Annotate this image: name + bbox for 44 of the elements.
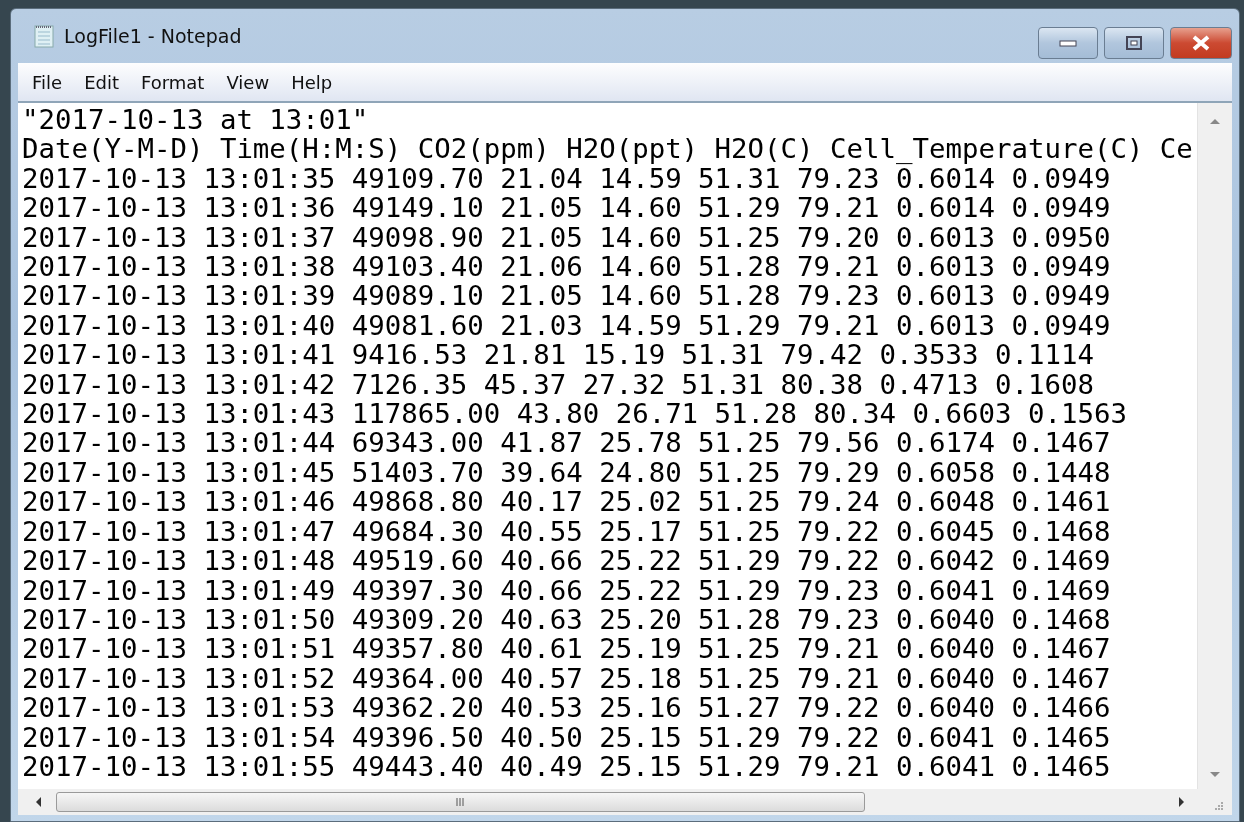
text-line: "2017-10-13 at 13:01" xyxy=(22,105,369,135)
text-line: 2017-10-13 13:01:36 49149.10 21.05 14.60 51.29 79.21 0.6014 0.0949 xyxy=(22,193,1111,223)
close-icon xyxy=(1191,35,1211,51)
text-line: 2017-10-13 13:01:55 49443.40 40.49 25.15 51.29 79.21 0.6041 0.1465 xyxy=(22,751,1111,782)
menu-item[interactable]: Format xyxy=(133,71,213,93)
text-line: 2017-10-13 13:01:37 49098.90 21.05 14.60 51.25 79.20 0.6013 0.0950 xyxy=(22,222,1111,253)
maximize-button[interactable] xyxy=(1104,27,1164,59)
text-line: 2017-10-13 13:01:50 49309.20 40.63 25.20 51.28 79.23 0.6040 0.1468 xyxy=(22,604,1111,635)
notepad-icon xyxy=(34,24,54,48)
text-line: 2017-10-13 13:01:49 49397.30 40.66 25.22 51.29 79.23 0.6041 0.1469 xyxy=(22,575,1111,605)
text-line: 2017-10-13 13:01:51 49357.80 40.61 25.19 51.25 79.21 0.6040 0.1467 xyxy=(22,634,1111,664)
text-line: 2017-10-13 13:01:43 117865.00 43.80 26.71 51.28 80.34 0.6603 0.1563 xyxy=(22,399,1127,429)
text-line: 2017-10-13 13:01:38 49103.40 21.06 14.60 51.28 79.21 0.6013 0.0949 xyxy=(22,252,1111,282)
text-line: 2017-10-13 13:01:52 49364.00 40.57 25.18 51.25 79.21 0.6040 0.1467 xyxy=(22,663,1111,694)
text-line: Date(Y-M-D) Time(H:M:S) CO2(ppm) H2O(ppt) H2O(C) Cell_Temperature(C) Ce xyxy=(22,134,1193,164)
text-line: 2017-10-13 13:01:46 49868.80 40.17 25.02 51.25 79.24 0.6048 0.1461 xyxy=(22,487,1111,517)
grip-icon xyxy=(455,797,466,807)
text-line: 2017-10-13 13:01:54 49396.50 40.50 25.15 51.29 79.22 0.6041 0.1465 xyxy=(22,722,1111,752)
menu-item[interactable]: View xyxy=(218,71,278,93)
text-line: 2017-10-13 13:01:48 49519.60 40.66 25.22 51.29 79.22 0.6042 0.1469 xyxy=(22,546,1111,576)
text-line: 2017-10-13 13:01:40 49081.60 21.03 14.59 51.29 79.21 0.6013 0.0949 xyxy=(22,310,1111,341)
text-line: 2017-10-13 13:01:45 51403.70 39.64 24.80 51.25 79.29 0.6058 0.1448 xyxy=(22,457,1111,488)
text-line: 2017-10-13 13:01:42 7126.35 45.37 27.32 51.31 80.38 0.4713 0.1608 xyxy=(22,369,1094,400)
text-line: 2017-10-13 13:01:39 49089.10 21.05 14.60 51.28 79.23 0.6013 0.0949 xyxy=(22,281,1111,311)
left-arrow-icon xyxy=(34,796,42,808)
close-button[interactable] xyxy=(1170,27,1232,59)
window-title: LogFile1 - Notepad xyxy=(64,25,242,47)
minimize-icon xyxy=(1059,39,1077,47)
down-arrow-icon xyxy=(1209,771,1221,779)
right-arrow-icon xyxy=(1178,796,1186,808)
text-line: 2017-10-13 13:01:44 69343.00 41.87 25.78 51.25 79.56 0.6174 0.1467 xyxy=(22,428,1111,458)
resize-grip-icon xyxy=(1212,799,1224,811)
menu-item[interactable]: Edit xyxy=(76,71,127,93)
text-line: 2017-10-13 13:01:41 9416.53 21.81 15.19 51.31 79.42 0.3533 0.1114 xyxy=(22,340,1094,370)
text-line: 2017-10-13 13:01:47 49684.30 40.55 25.17 51.25 79.22 0.6045 0.1468 xyxy=(22,516,1111,547)
text-line: 2017-10-13 13:01:53 49362.20 40.53 25.16 51.27 79.22 0.6040 0.1466 xyxy=(22,693,1111,723)
minimize-button[interactable] xyxy=(1038,27,1098,59)
menu-item[interactable]: File xyxy=(24,71,71,93)
up-arrow-icon xyxy=(1209,117,1221,125)
menu-item[interactable]: Help xyxy=(283,71,341,93)
text-line: 2017-10-13 13:01:35 49109.70 21.04 14.59 51.31 79.23 0.6014 0.0949 xyxy=(22,163,1111,194)
maximize-icon xyxy=(1126,36,1142,50)
scrollbar-thumb[interactable] xyxy=(56,792,865,812)
vertical-scrollbar[interactable] xyxy=(1197,103,1232,789)
